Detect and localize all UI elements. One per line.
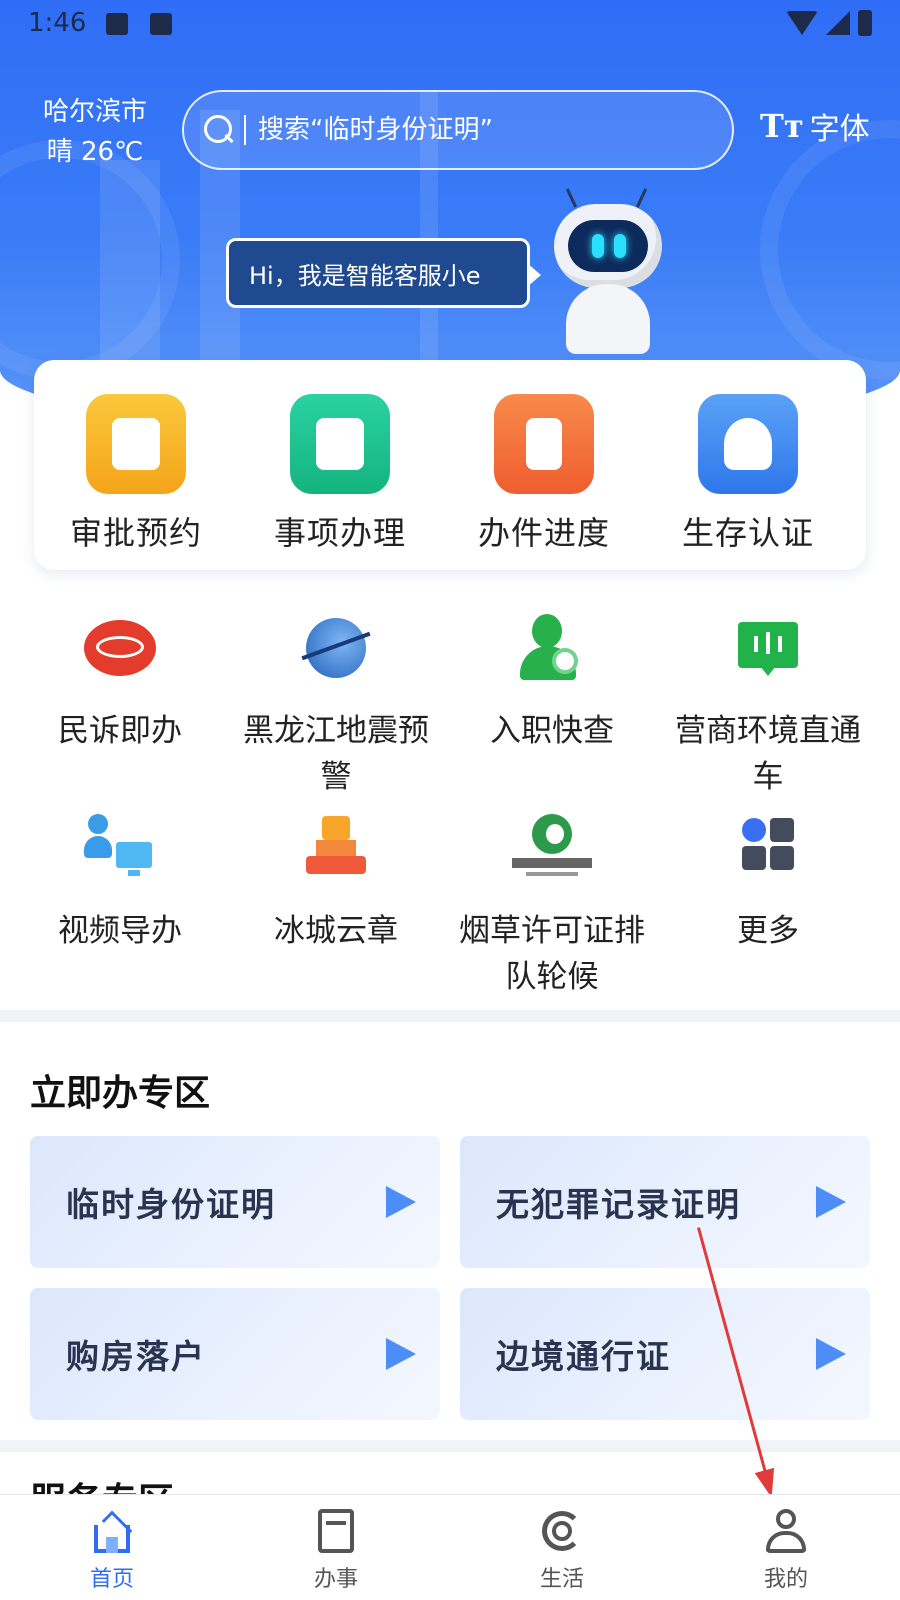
service-item[interactable]: 入职快查 — [452, 614, 652, 754]
signal-icon — [826, 11, 850, 35]
assistant-greeting-text: Hi，我是智能客服小e — [249, 261, 481, 290]
service-item[interactable]: 黑龙江地震预警 — [236, 614, 436, 800]
chevron-right-icon — [386, 1186, 416, 1218]
hotline-2345-icon — [80, 614, 160, 684]
service-item[interactable]: 视频导办 — [20, 814, 220, 954]
nav-tab-home[interactable]: 首页 — [52, 1509, 172, 1593]
robot-eye — [614, 234, 626, 258]
keyboard-notification-icon — [150, 13, 172, 35]
grid-more-icon — [728, 814, 808, 884]
service-label: 烟草许可证排队轮候 — [459, 913, 645, 995]
search-bar[interactable] — [182, 90, 734, 170]
chat-bubble-icon — [728, 614, 808, 684]
clipboard-check-icon — [290, 394, 390, 494]
service-item[interactable]: 营商环境直通车 — [668, 614, 868, 800]
instant-tile-border-pass[interactable]: 边境通行证 — [460, 1288, 870, 1420]
nav-tab-profile[interactable]: 我的 — [726, 1509, 846, 1593]
person-search-icon — [512, 614, 592, 684]
instant-tile-house-settlement[interactable]: 购房落户 — [30, 1288, 440, 1420]
service-item[interactable]: 民诉即办 — [20, 614, 220, 754]
nav-label: 生活 — [539, 1567, 584, 1592]
robot-antenna — [635, 188, 648, 208]
home-icon — [88, 1509, 136, 1555]
service-label: 入职快查 — [490, 713, 614, 749]
location-weather[interactable]: 哈尔滨市 晴 26℃ — [30, 92, 160, 172]
robot-body — [566, 284, 650, 354]
china-tobacco-logo-icon — [512, 814, 592, 884]
service-item[interactable]: 烟草许可证排队轮候 — [452, 814, 652, 1000]
life-ring-icon — [538, 1509, 586, 1555]
service-zone-title: 服务专区 — [30, 1472, 174, 1496]
robot-antenna — [565, 188, 578, 208]
nav-label: 首页 — [89, 1567, 134, 1592]
quick-action-label: 生存认证 — [681, 514, 814, 552]
quick-actions-card: 审批预约 事项办理 办件进度 生存认证 — [34, 360, 866, 570]
weather-text: 晴 26℃ — [46, 137, 144, 167]
document-icon — [312, 1509, 360, 1555]
nav-label: 办事 — [313, 1567, 358, 1592]
search-icon — [204, 115, 234, 145]
service-item[interactable]: 更多 — [668, 814, 868, 954]
chevron-right-icon — [386, 1338, 416, 1370]
quick-action-label: 事项办理 — [273, 514, 406, 552]
chevron-right-icon — [816, 1186, 846, 1218]
status-bar: 1:46 — [0, 0, 900, 50]
city-name: 哈尔滨市 — [42, 97, 147, 127]
font-size-label: 字体 — [809, 112, 870, 147]
status-time: 1:46 — [28, 8, 87, 38]
service-label: 营商环境直通车 — [675, 713, 861, 795]
service-label: 更多 — [737, 913, 799, 949]
quick-action-progress[interactable]: 办件进度 — [444, 394, 644, 554]
instant-tile-no-criminal-record[interactable]: 无犯罪记录证明 — [460, 1136, 870, 1268]
service-label: 冰城云章 — [274, 913, 398, 949]
robot-eye — [592, 234, 604, 258]
user-verified-icon — [698, 394, 798, 494]
hourglass-icon — [494, 394, 594, 494]
font-size-button[interactable]: Tᴛ 字体 — [760, 104, 870, 148]
bottom-navigation: 首页 办事 生活 我的 — [0, 1494, 900, 1600]
gallery-notification-icon — [106, 13, 128, 35]
wifi-icon — [786, 11, 818, 35]
nav-label: 我的 — [763, 1567, 808, 1592]
quick-action-approval-booking[interactable]: 审批预约 — [36, 394, 236, 554]
service-label: 黑龙江地震预警 — [243, 713, 429, 795]
tile-label: 临时身份证明 — [66, 1185, 276, 1224]
decor-ring — [760, 120, 900, 380]
service-label: 民诉即办 — [58, 713, 182, 749]
nav-tab-life[interactable]: 生活 — [502, 1509, 622, 1593]
assistant-robot-avatar[interactable] — [548, 188, 668, 358]
service-label: 视频导办 — [58, 913, 182, 949]
search-caret — [244, 115, 246, 145]
tile-label: 边境通行证 — [496, 1337, 671, 1376]
profile-icon — [762, 1509, 810, 1555]
quick-action-label: 办件进度 — [477, 514, 610, 552]
status-icons — [786, 10, 872, 36]
instant-zone-title: 立即办专区 — [30, 1073, 211, 1114]
section-divider — [0, 1440, 900, 1452]
quick-action-handle-matters[interactable]: 事项办理 — [240, 394, 440, 554]
chevron-right-icon — [816, 1338, 846, 1370]
earthquake-globe-icon — [296, 614, 376, 684]
search-input[interactable] — [258, 115, 698, 145]
tile-label: 购房落户 — [66, 1337, 206, 1376]
quick-action-survival-auth[interactable]: 生存认证 — [648, 394, 848, 554]
calendar-icon — [86, 394, 186, 494]
font-size-icon: Tᴛ — [760, 107, 804, 145]
quick-action-label: 审批预约 — [69, 514, 202, 552]
service-item[interactable]: 冰城云章 — [236, 814, 436, 954]
instant-tile-temporary-id[interactable]: 临时身份证明 — [30, 1136, 440, 1268]
battery-icon — [858, 10, 872, 36]
section-divider — [0, 1010, 900, 1022]
assistant-greeting-bubble[interactable]: Hi，我是智能客服小e — [226, 238, 541, 308]
robot-face — [568, 220, 648, 272]
video-guide-icon — [80, 814, 160, 884]
tile-label: 无犯罪记录证明 — [496, 1185, 741, 1224]
nav-tab-services[interactable]: 办事 — [276, 1509, 396, 1593]
seal-stamp-icon — [296, 814, 376, 884]
